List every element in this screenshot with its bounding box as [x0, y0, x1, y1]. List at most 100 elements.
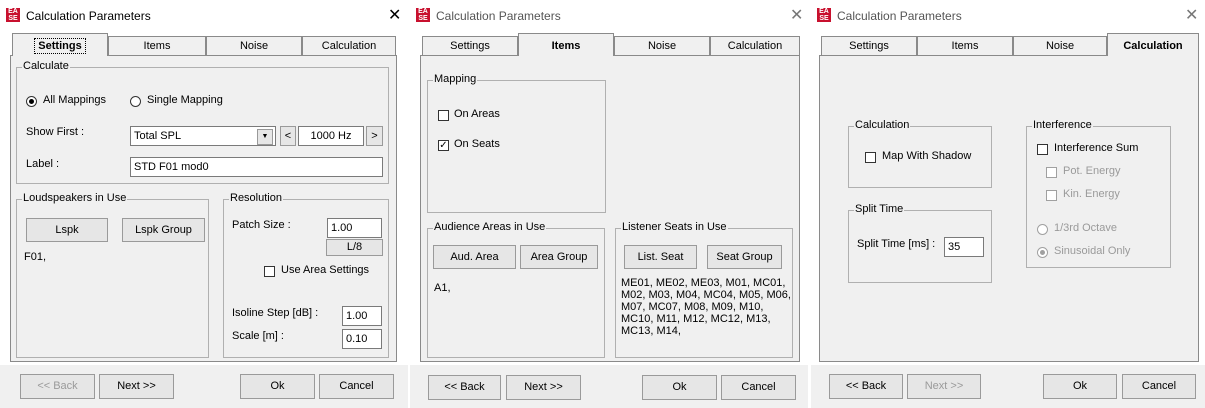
button-bar: << Back Next >> Ok Cancel: [811, 365, 1205, 408]
tab-items[interactable]: Items: [108, 36, 206, 55]
interference-group: Interference Interference Sum Pot. Energ…: [1026, 119, 1171, 268]
ok-button[interactable]: Ok: [240, 374, 315, 399]
title-bar: EA SE Calculation Parameters ✕: [811, 0, 1205, 30]
scale-input[interactable]: 0.10: [342, 329, 382, 349]
area-group-button[interactable]: Area Group: [520, 245, 598, 269]
label-input[interactable]: STD F01 mod0: [130, 157, 383, 177]
pot-energy-label: Pot. Energy: [1063, 165, 1121, 177]
dialog-items: EA SE Calculation Parameters ✕ Settings I…: [410, 0, 808, 408]
ok-button[interactable]: Ok: [1043, 374, 1117, 399]
single-mapping-radio[interactable]: [130, 96, 141, 107]
back-button[interactable]: << Back: [829, 374, 903, 399]
isoline-step-label: Isoline Step [dB] :: [232, 307, 319, 319]
tab-calculation[interactable]: Calculation: [710, 36, 800, 55]
tab-noise[interactable]: Noise: [614, 36, 710, 55]
on-seats-label: On Seats: [454, 138, 500, 150]
tab-panel: Mapping On Areas ✓ On Seats Audience Are…: [420, 55, 800, 362]
interference-sum-label: Interference Sum: [1054, 142, 1139, 154]
resolution-group: Resolution Patch Size : 1.00 L/8 Use Are…: [223, 192, 389, 358]
on-areas-label: On Areas: [454, 108, 500, 120]
close-icon[interactable]: ✕: [388, 5, 401, 25]
prev-frequency-button[interactable]: <: [280, 126, 296, 146]
on-seats-checkbox[interactable]: ✓: [438, 140, 449, 151]
lspk-group-button[interactable]: Lspk Group: [122, 218, 205, 242]
aud-area-button[interactable]: Aud. Area: [433, 245, 516, 269]
kin-energy-label: Kin. Energy: [1063, 188, 1120, 200]
label-label: Label :: [26, 158, 60, 170]
dialog-calculation: EA SE Calculation Parameters ✕ Settings I…: [811, 0, 1205, 408]
lspk-button[interactable]: Lspk: [26, 218, 108, 242]
button-bar: << Back Next >> Ok Cancel: [410, 365, 808, 408]
use-area-settings-checkbox[interactable]: [264, 266, 275, 277]
audience-list: A1,: [434, 282, 451, 294]
cancel-button[interactable]: Cancel: [1122, 374, 1196, 399]
title-bar: EA SE Calculation Parameters ✕: [410, 0, 808, 30]
ok-button[interactable]: Ok: [642, 375, 717, 400]
tab-noise[interactable]: Noise: [206, 36, 302, 55]
tab-panel: Calculation Map With Shadow Split Time S…: [819, 55, 1199, 362]
dialog-settings: EA SE Calculation Parameters ✕ Settings I…: [0, 0, 408, 408]
next-frequency-button[interactable]: >: [366, 126, 383, 146]
audience-areas-group: Audience Areas in Use Aud. Area Area Gro…: [427, 221, 605, 358]
use-area-settings-label: Use Area Settings: [281, 264, 370, 276]
loudspeakers-list: F01,: [24, 251, 47, 263]
third-octave-radio[interactable]: [1037, 224, 1048, 235]
chevron-down-icon: ▼: [257, 129, 273, 145]
tab-calculation[interactable]: Calculation: [1107, 33, 1199, 56]
title-bar: EA SE Calculation Parameters ✕: [0, 0, 408, 30]
cancel-button[interactable]: Cancel: [319, 374, 394, 399]
close-icon[interactable]: ✕: [1185, 5, 1198, 25]
l8-button[interactable]: L/8: [326, 239, 383, 256]
isoline-step-input[interactable]: 1.00: [342, 306, 382, 326]
tab-noise[interactable]: Noise: [1013, 36, 1107, 55]
loudspeakers-group: Loudspeakers in Use Lspk Lspk Group F01,: [16, 192, 209, 358]
ease-logo-icon: EA SE: [817, 8, 831, 22]
seats-line: M07, MC07, M08, M09, M10,: [621, 301, 764, 313]
pot-energy-checkbox[interactable]: [1046, 167, 1057, 178]
on-areas-checkbox[interactable]: [438, 110, 449, 121]
ease-logo-icon: EA SE: [6, 8, 20, 22]
tab-items[interactable]: Items: [518, 33, 614, 56]
next-button[interactable]: Next >>: [907, 374, 981, 399]
interference-sum-checkbox[interactable]: [1037, 144, 1048, 155]
seat-group-button[interactable]: Seat Group: [707, 245, 782, 269]
window-title: Calculation Parameters: [436, 9, 561, 23]
list-seat-button[interactable]: List. Seat: [624, 245, 697, 269]
next-button[interactable]: Next >>: [506, 375, 581, 400]
sinusoidal-only-label: Sinusoidal Only: [1054, 245, 1131, 257]
patch-size-input[interactable]: 1.00: [327, 218, 382, 238]
close-icon[interactable]: ✕: [790, 5, 803, 25]
button-bar: << Back Next >> Ok Cancel: [0, 365, 408, 408]
show-first-label: Show First :: [26, 126, 85, 138]
seats-line: MC13, M14,: [621, 325, 681, 337]
show-first-select[interactable]: Total SPL ▼: [130, 126, 276, 146]
kin-energy-checkbox[interactable]: [1046, 190, 1057, 201]
sinusoidal-only-radio[interactable]: [1037, 247, 1048, 258]
chevron-right-icon: >: [371, 130, 378, 142]
cancel-button[interactable]: Cancel: [721, 375, 796, 400]
single-mapping-label: Single Mapping: [147, 94, 223, 106]
ease-logo-icon: EA SE: [416, 8, 430, 22]
tab-settings[interactable]: Settings: [422, 36, 518, 55]
frequency-field[interactable]: 1000 Hz: [298, 126, 364, 146]
map-with-shadow-label: Map With Shadow: [882, 150, 972, 162]
back-button[interactable]: << Back: [428, 375, 501, 400]
all-mappings-radio[interactable]: [26, 96, 37, 107]
tab-panel: Calculate All Mappings Single Mapping Sh…: [10, 55, 397, 362]
calculate-group: Calculate All Mappings Single Mapping Sh…: [16, 60, 389, 184]
tab-settings[interactable]: Settings: [821, 36, 917, 55]
next-button[interactable]: Next >>: [99, 374, 174, 399]
map-with-shadow-checkbox[interactable]: [865, 152, 876, 163]
split-time-label: Split Time [ms] :: [857, 238, 936, 250]
tab-settings[interactable]: Settings: [12, 33, 108, 56]
window-title: Calculation Parameters: [26, 9, 151, 23]
seats-line: M02, M03, M04, MC04, M05, M06,: [621, 289, 791, 301]
all-mappings-label: All Mappings: [43, 94, 106, 106]
back-button[interactable]: << Back: [20, 374, 95, 399]
seats-line: MC10, M11, M12, MC12, M13,: [621, 313, 771, 325]
tab-calculation[interactable]: Calculation: [302, 36, 396, 55]
split-time-group: Split Time Split Time [ms] : 35: [848, 203, 992, 283]
third-octave-label: 1/3rd Octave: [1054, 222, 1117, 234]
tab-items[interactable]: Items: [917, 36, 1013, 55]
split-time-input[interactable]: 35: [944, 237, 984, 257]
